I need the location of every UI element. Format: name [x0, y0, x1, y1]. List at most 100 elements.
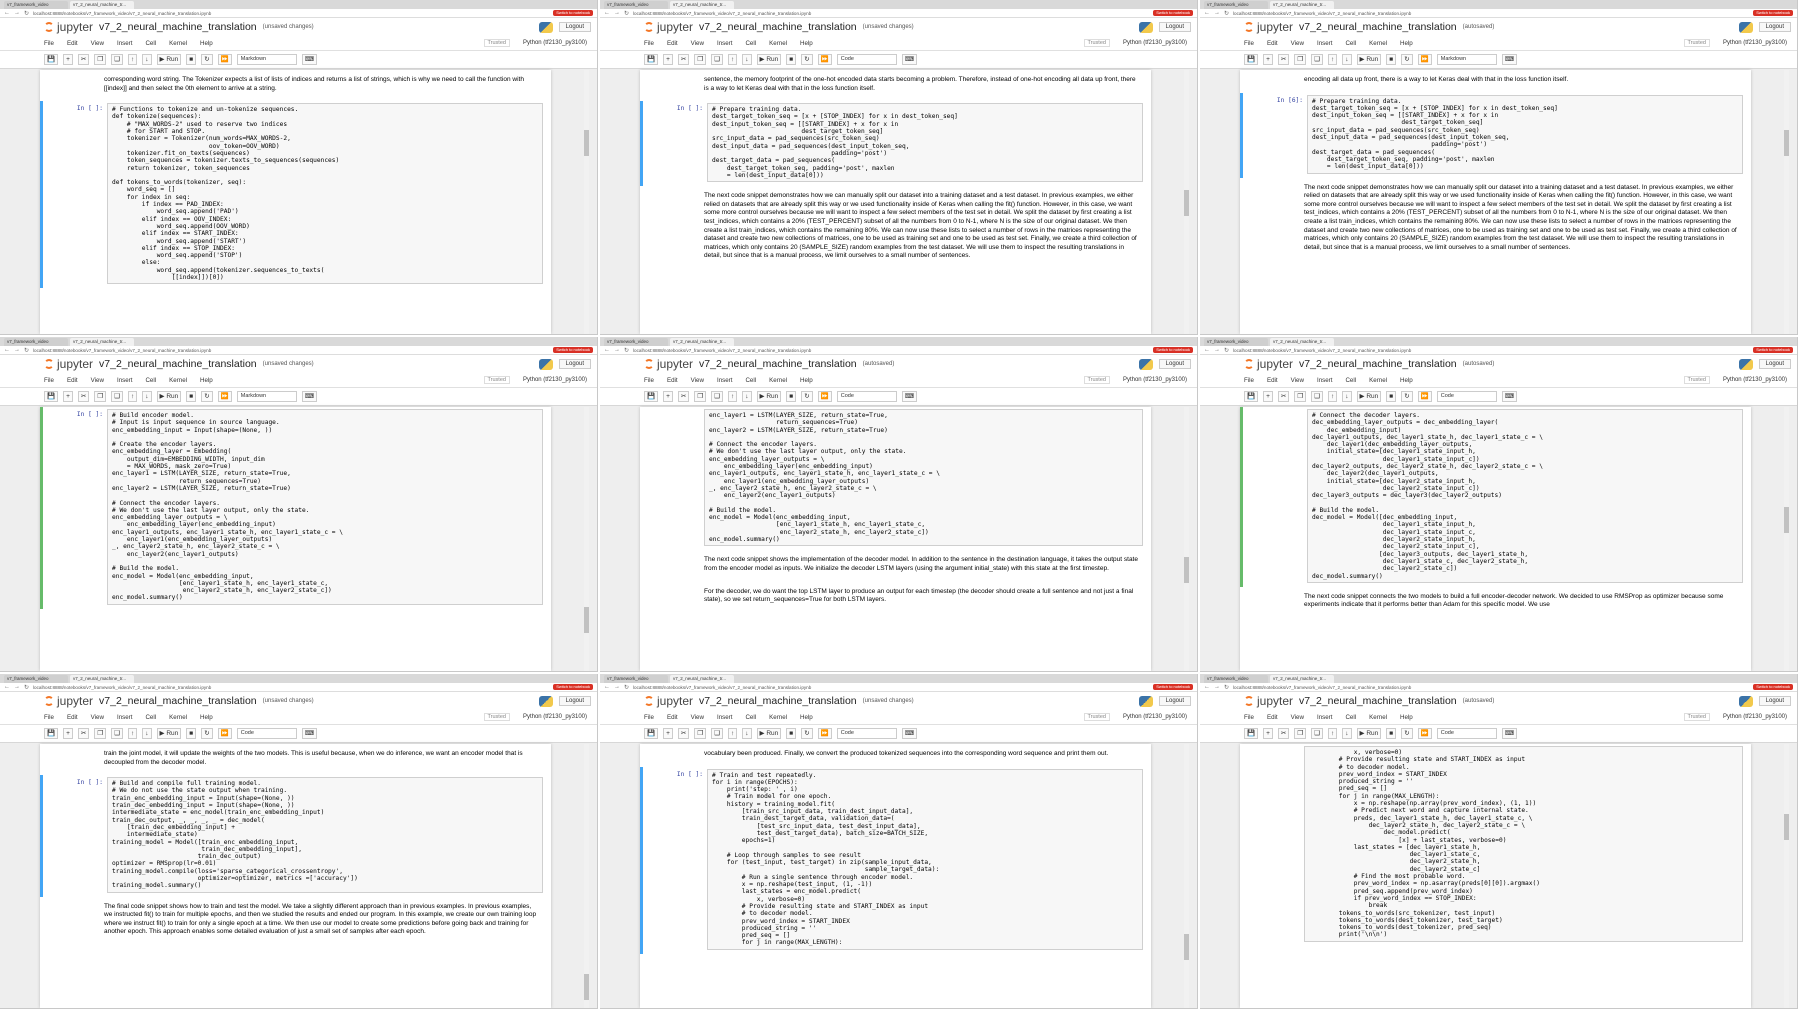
add-cell-icon[interactable]: + [63, 391, 73, 402]
reload-icon[interactable]: ↻ [624, 684, 629, 691]
menu-item[interactable]: File [1244, 714, 1254, 721]
scrollbar-thumb[interactable] [1784, 507, 1789, 533]
url-field[interactable]: localhost:8888/notebooks/v7_framework_vi… [633, 685, 1149, 690]
move-up-icon[interactable]: ↑ [728, 728, 738, 739]
back-icon[interactable]: ← [604, 347, 610, 353]
stop-icon[interactable]: ■ [186, 391, 197, 402]
notebook-title[interactable]: v7_2_neural_machine_translation [699, 695, 857, 707]
url-field[interactable]: localhost:8888/notebooks/v7_framework_vi… [33, 685, 549, 690]
code-editor[interactable]: # Build and compile full training model.… [107, 777, 543, 893]
scrollbar[interactable] [1784, 744, 1789, 1008]
logout-button[interactable]: Logout [558, 359, 591, 369]
scrollbar-thumb[interactable] [584, 130, 589, 156]
menu-item[interactable]: Cell [745, 377, 756, 384]
back-icon[interactable]: ← [4, 684, 10, 690]
run-button[interactable]: ▶ Run [1356, 391, 1382, 402]
cell-type-select[interactable]: Code [836, 391, 897, 402]
stop-icon[interactable]: ■ [1386, 728, 1397, 739]
copy-icon[interactable]: ❐ [694, 54, 707, 65]
trusted-badge[interactable]: Trusted [483, 376, 510, 384]
code-cell[interactable]: In [ ]: # Build encoder model. # Input is… [40, 407, 551, 609]
menu-item[interactable]: Cell [745, 40, 756, 47]
menu-item[interactable]: Insert [717, 40, 732, 47]
menu-item[interactable]: Help [800, 714, 813, 721]
menu-item[interactable]: Edit [1267, 714, 1278, 721]
code-editor[interactable]: # Prepare training data. dest_target_tok… [1307, 94, 1743, 174]
menu-item[interactable]: Kernel [169, 714, 187, 721]
menu-item[interactable]: View [91, 377, 104, 384]
keyboard-icon[interactable]: ⌨ [901, 728, 918, 739]
menu-item[interactable]: View [691, 377, 704, 384]
run-button[interactable]: ▶ Run [756, 54, 782, 65]
back-icon[interactable]: ← [4, 347, 10, 353]
move-down-icon[interactable]: ↓ [142, 391, 152, 402]
menu-item[interactable]: Help [800, 40, 813, 47]
menu-item[interactable]: Cell [145, 377, 156, 384]
restart-icon[interactable]: ↻ [201, 391, 213, 402]
scrollbar-thumb[interactable] [584, 974, 589, 1000]
notebook-title[interactable]: v7_2_neural_machine_translation [1299, 358, 1457, 370]
kernel-indicator[interactable]: Python (tf2130_py3100) [1723, 40, 1787, 46]
browser-tab-active[interactable]: v7_2_neural_machine_tr... [1270, 338, 1334, 346]
cell-type-select[interactable]: Code [836, 728, 897, 739]
trusted-badge[interactable]: Trusted [1083, 376, 1110, 384]
run-button[interactable]: ▶ Run [1356, 54, 1382, 65]
move-up-icon[interactable]: ↑ [128, 54, 138, 65]
run-button[interactable]: ▶ Run [756, 728, 782, 739]
notebook-title[interactable]: v7_2_neural_machine_translation [1299, 695, 1457, 707]
code-cell[interactable]: enc_layer1 = LSTM(LAYER_SIZE, return_sta… [640, 407, 1151, 550]
reload-icon[interactable]: ↻ [24, 347, 29, 354]
switch-badge[interactable]: Switch to notebook [1753, 347, 1793, 353]
menu-item[interactable]: Insert [117, 377, 132, 384]
jupyter-logo[interactable]: jupyter [644, 357, 693, 371]
restart-icon[interactable]: ↻ [201, 728, 213, 739]
code-editor[interactable]: # Build encoder model. # Input is input … [107, 409, 543, 605]
keyboard-icon[interactable]: ⌨ [301, 54, 318, 65]
restart-icon[interactable]: ↻ [201, 54, 213, 65]
logout-button[interactable]: Logout [1158, 22, 1191, 32]
cut-icon[interactable]: ✂ [77, 391, 90, 402]
move-down-icon[interactable]: ↓ [742, 391, 752, 402]
menu-item[interactable]: Kernel [769, 377, 787, 384]
copy-icon[interactable]: ❐ [1294, 391, 1307, 402]
scrollbar-thumb[interactable] [584, 607, 589, 633]
restart-run-icon[interactable]: ⏩ [217, 728, 232, 739]
trusted-badge[interactable]: Trusted [1683, 39, 1710, 47]
forward-icon[interactable]: → [14, 347, 20, 353]
logout-button[interactable]: Logout [558, 696, 591, 706]
markdown-cell[interactable]: The next code snippet connects the two m… [1240, 587, 1751, 618]
url-field[interactable]: localhost:8888/notebooks/v7_framework_vi… [33, 348, 549, 353]
kernel-indicator[interactable]: Python (tf2130_py3100) [1123, 40, 1187, 46]
menu-item[interactable]: File [644, 714, 654, 721]
cell-type-select[interactable]: Markdown [1436, 54, 1497, 65]
switch-badge[interactable]: Switch to notebook [1753, 10, 1793, 16]
jupyter-logo[interactable]: jupyter [1244, 357, 1293, 371]
menu-item[interactable]: View [691, 714, 704, 721]
code-cell[interactable]: In [ ]: # Prepare training data. dest_tar… [640, 101, 1151, 187]
menu-item[interactable]: Kernel [1369, 377, 1387, 384]
browser-tab[interactable]: v7_framework_video [4, 338, 68, 346]
paste-icon[interactable]: ❑ [1311, 728, 1323, 739]
menu-item[interactable]: Kernel [169, 377, 187, 384]
move-down-icon[interactable]: ↓ [142, 54, 152, 65]
jupyter-logo[interactable]: jupyter [1244, 20, 1293, 34]
menu-item[interactable]: Cell [1345, 377, 1356, 384]
menu-item[interactable]: View [691, 40, 704, 47]
cell-type-select[interactable]: Markdown [236, 54, 297, 65]
browser-tab-active[interactable]: v7_2_neural_machine_tr... [670, 1, 734, 9]
restart-run-icon[interactable]: ⏩ [817, 728, 832, 739]
menu-item[interactable]: View [1291, 714, 1304, 721]
reload-icon[interactable]: ↻ [624, 347, 629, 354]
markdown-cell[interactable]: The next code snippet demonstrates how w… [1240, 178, 1751, 261]
menu-item[interactable]: Edit [1267, 377, 1278, 384]
add-cell-icon[interactable]: + [663, 728, 673, 739]
keyboard-icon[interactable]: ⌨ [1501, 391, 1518, 402]
browser-tab-active[interactable]: v7_2_neural_machine_tr... [70, 675, 134, 683]
menu-item[interactable]: File [44, 714, 54, 721]
keyboard-icon[interactable]: ⌨ [1501, 54, 1518, 65]
stop-icon[interactable]: ■ [786, 54, 797, 65]
logout-button[interactable]: Logout [1758, 696, 1791, 706]
code-editor[interactable]: # Train and test repeatedly. for i in ra… [707, 768, 1143, 950]
code-editor[interactable]: # Connect the decoder layers. dec_embedd… [1307, 409, 1743, 583]
menu-item[interactable]: Insert [1317, 377, 1332, 384]
